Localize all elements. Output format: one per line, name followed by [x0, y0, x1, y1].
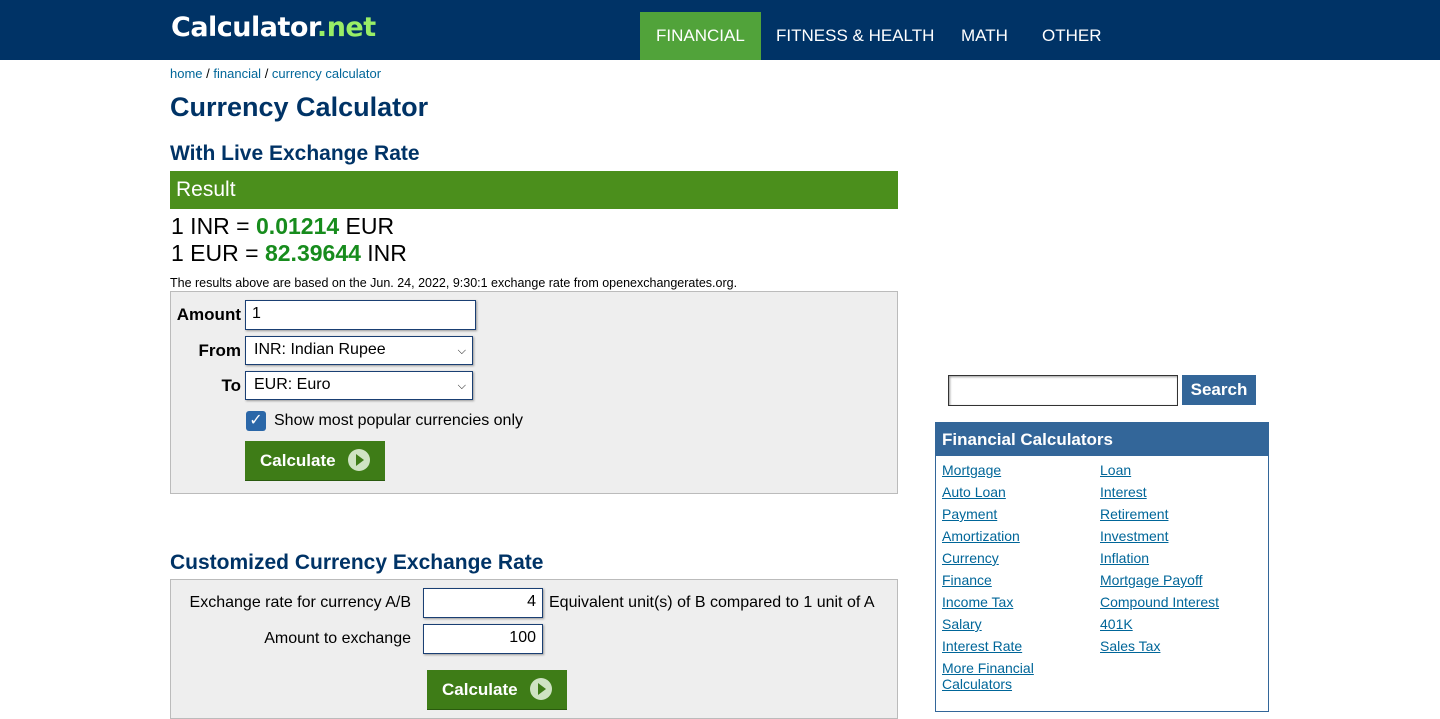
checkmark-icon: ✓ — [249, 412, 263, 429]
result-line-inr-eur: 1 INR = 0.01214 EUR — [171, 213, 395, 239]
live-rate-form: Amount 1 From INR: Indian Rupee ⌵ To EUR:… — [170, 291, 898, 494]
exchange-rate-suffix: Equivalent unit(s) of B compared to 1 un… — [549, 594, 875, 611]
popular-currencies-label[interactable]: Show most popular currencies only — [274, 412, 523, 430]
sidebar-link-more-financial[interactable]: More Financial — [942, 660, 1034, 676]
amount-label: Amount — [176, 305, 241, 324]
search-input[interactable] — [948, 375, 1178, 406]
chevron-down-icon: ⌵ — [457, 345, 466, 357]
page-title: Currency Calculator — [170, 92, 429, 122]
sidebar-link-mortgage[interactable]: Mortgage — [942, 462, 1001, 478]
result-value: 82.39644 — [264, 240, 361, 266]
exchange-rate-input[interactable]: 4 — [423, 588, 543, 618]
sidebar-link-auto-loan[interactable]: Auto Loan — [942, 484, 1006, 500]
breadcrumb-financial[interactable]: financial — [213, 66, 261, 81]
result-header: Result — [170, 171, 898, 209]
nav-other[interactable]: OTHER — [1026, 12, 1118, 60]
from-label: From — [198, 341, 242, 360]
site-logo[interactable]: Calculator.net — [171, 12, 376, 43]
breadcrumb-home[interactable]: home — [170, 66, 203, 81]
to-currency-select[interactable]: EUR: Euro ⌵ — [245, 371, 473, 400]
sidebar-link-inflation[interactable]: Inflation — [1100, 550, 1149, 566]
sidebar-link-401k[interactable]: 401K — [1100, 616, 1133, 632]
play-arrow-icon — [347, 448, 370, 471]
custom-rate-form: Exchange rate for currency A/B 4 Equival… — [170, 579, 898, 719]
sidebar-link-interest[interactable]: Interest — [1100, 484, 1147, 500]
custom-rate-subtitle: Customized Currency Exchange Rate — [170, 551, 544, 574]
sidebar-link-more-financial-calculators[interactable]: Calculators — [942, 676, 1012, 692]
to-label: To — [221, 376, 241, 395]
sidebar-link-income-tax[interactable]: Income Tax — [942, 594, 1013, 610]
sidebar-link-interest-rate[interactable]: Interest Rate — [942, 638, 1022, 654]
from-currency-select[interactable]: INR: Indian Rupee ⌵ — [245, 336, 473, 365]
breadcrumb-currency-calculator[interactable]: currency calculator — [272, 66, 381, 81]
top-navigation-bar: Calculator.net FINANCIAL FITNESS & HEALT… — [0, 0, 1440, 60]
sidebar-link-finance[interactable]: Finance — [942, 572, 992, 588]
calculate-button[interactable]: Calculate — [245, 441, 385, 481]
nav-financial[interactable]: FINANCIAL — [640, 12, 761, 60]
chevron-down-icon: ⌵ — [457, 380, 466, 392]
sidebar-link-investment[interactable]: Investment — [1100, 528, 1168, 544]
sidebar-link-compound-interest[interactable]: Compound Interest — [1100, 594, 1219, 610]
sidebar-link-sales-tax[interactable]: Sales Tax — [1100, 638, 1160, 654]
nav-fitness-health[interactable]: FITNESS & HEALTH — [760, 12, 950, 60]
financial-calculators-box: Financial Calculators Mortgage Auto Loan… — [935, 422, 1269, 712]
custom-calculate-button[interactable]: Calculate — [427, 670, 567, 710]
amount-to-exchange-input[interactable]: 100 — [423, 624, 543, 654]
sidebar-link-payment[interactable]: Payment — [942, 506, 997, 522]
nav-math[interactable]: MATH — [945, 12, 1024, 60]
result-line-eur-inr: 1 EUR = 82.39644 INR — [171, 240, 407, 266]
sidebar-link-currency[interactable]: Currency — [942, 550, 999, 566]
search-button[interactable]: Search — [1182, 375, 1256, 405]
breadcrumb-separator: / — [261, 66, 272, 81]
play-arrow-icon — [529, 677, 552, 700]
breadcrumb-separator: / — [202, 66, 214, 81]
sidebar-link-salary[interactable]: Salary — [942, 616, 982, 632]
sidebar-link-amortization[interactable]: Amortization — [942, 528, 1020, 544]
sidebar-link-retirement[interactable]: Retirement — [1100, 506, 1168, 522]
exchange-rate-note: The results above are based on the Jun. … — [170, 276, 738, 290]
amount-input[interactable]: 1 — [245, 300, 476, 330]
amount-to-exchange-label: Amount to exchange — [264, 630, 411, 647]
breadcrumb: home / financial / currency calculator — [170, 66, 381, 81]
popular-currencies-checkbox[interactable]: ✓ — [246, 411, 266, 431]
live-rate-subtitle: With Live Exchange Rate — [170, 142, 420, 165]
result-value: 0.01214 — [256, 213, 340, 239]
financial-calculators-title: Financial Calculators — [936, 423, 1268, 456]
sidebar-link-loan[interactable]: Loan — [1100, 462, 1131, 478]
exchange-rate-label: Exchange rate for currency A/B — [189, 594, 411, 611]
sidebar-link-mortgage-payoff[interactable]: Mortgage Payoff — [1100, 572, 1202, 588]
